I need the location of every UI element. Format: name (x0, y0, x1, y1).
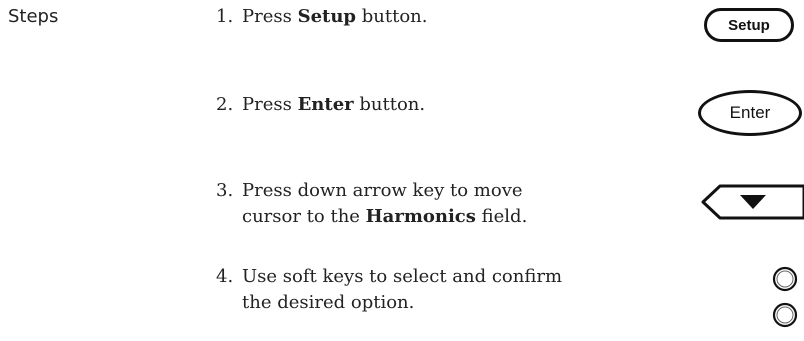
step-text-pre: cursor to the (242, 206, 366, 227)
step-text-post: button. (353, 94, 426, 115)
step-key-name: Enter (297, 94, 354, 115)
enter-key-label: Enter (729, 103, 771, 122)
manual-page: Steps 1. Press Setup button. 2. Press Ente… (0, 0, 804, 341)
soft-key-icon (772, 266, 798, 292)
enter-key-icon: Enter (698, 90, 802, 136)
step-number: 1. (216, 6, 234, 27)
step-line-2: the desired option. (216, 290, 562, 316)
step-number: 2. (216, 94, 234, 115)
step-3: 3. Press down arrow key to move cursor to… (216, 178, 527, 230)
step-2: 2. Press Enter button. (216, 92, 425, 118)
steps-heading: Steps (8, 6, 59, 27)
step-number: 3. (216, 180, 234, 201)
step-text-post: button. (356, 6, 428, 27)
step-field-name: Harmonics (365, 206, 476, 227)
step-line-1: 3. Press down arrow key to move (216, 178, 527, 204)
step-text-pre: Press (242, 94, 298, 115)
step-text-post: field. (475, 206, 528, 227)
step-text-pre: Press (242, 6, 298, 27)
step-key-name: Setup (297, 6, 357, 27)
down-arrow-key-icon (701, 184, 804, 220)
setup-key-label: Setup (728, 16, 770, 34)
soft-key-icon (772, 302, 798, 328)
step-line-1: 4. Use soft keys to select and confirm (216, 264, 562, 290)
step-4: 4. Use soft keys to select and confirm th… (216, 264, 562, 316)
step-text-line2: the desired option. (242, 292, 415, 313)
step-number: 4. (216, 266, 234, 287)
step-1: 1. Press Setup button. (216, 4, 428, 30)
step-text-line1: Use soft keys to select and confirm (242, 266, 563, 287)
setup-key-icon: Setup (704, 8, 794, 42)
step-line-2: cursor to the Harmonics field. (216, 204, 527, 230)
step-text-line1: Press down arrow key to move (242, 180, 523, 201)
